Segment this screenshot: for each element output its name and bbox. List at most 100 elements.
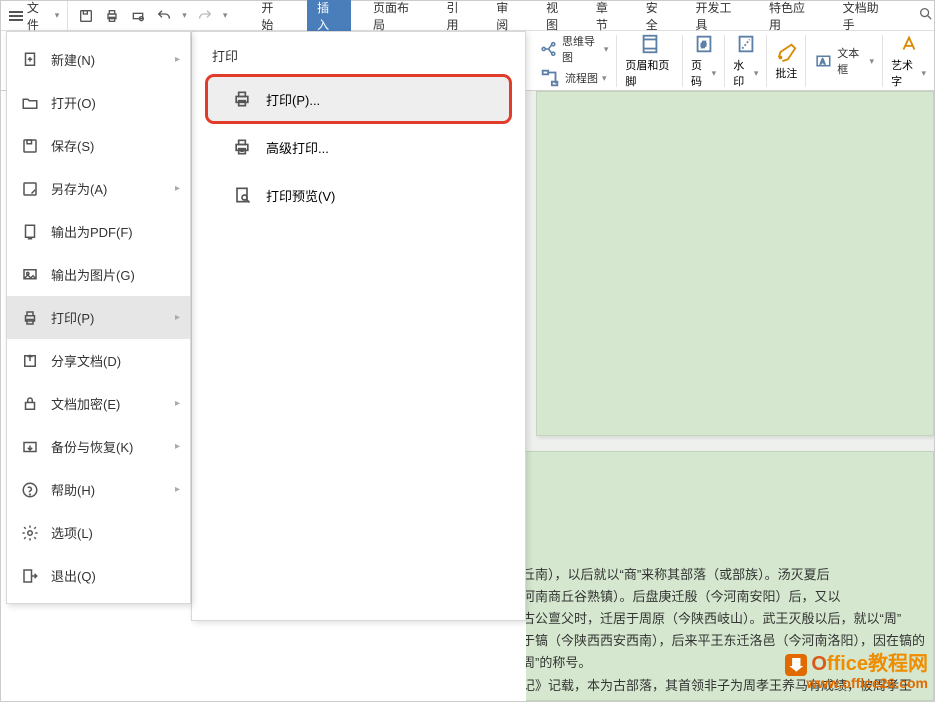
menu-exit[interactable]: 退出(Q) xyxy=(7,554,190,597)
chevron-right-icon: ▸ xyxy=(175,54,180,65)
redo-icon[interactable] xyxy=(197,8,213,24)
chevron-down-icon: ▾ xyxy=(602,73,607,84)
open-folder-icon xyxy=(21,94,39,112)
mindmap-icon xyxy=(539,38,558,60)
tab-assistant[interactable]: 文档助手 xyxy=(839,0,895,35)
file-menu-dropdown: 新建(N) ▸ 打开(O) 保存(S) 另存为(A) ▸ 输出为PDF(F) 输出为… xyxy=(6,31,191,604)
textbox-icon: A xyxy=(814,50,833,72)
header-footer-icon xyxy=(639,33,661,55)
menu-export-pdf[interactable]: 输出为PDF(F) xyxy=(7,210,190,253)
submenu-print-preview[interactable]: 打印预览(V) xyxy=(208,173,509,217)
menu-label: 保存(S) xyxy=(51,136,94,155)
flowchart-icon xyxy=(539,67,561,89)
ribbon-textbox[interactable]: A 文本框▾ xyxy=(814,45,874,77)
svg-text:A: A xyxy=(821,59,826,66)
document-canvas[interactable]: 词(6张) （今河南商丘南），以后就以“商”来称其部落（或部族）。汤灭夏后 定都… xyxy=(526,91,934,701)
qa-more-chevron-icon[interactable]: ▾ xyxy=(223,10,228,21)
chevron-down-icon: ▾ xyxy=(712,68,717,79)
menu-saveas[interactable]: 另存为(A) ▸ xyxy=(7,167,190,210)
print-icon xyxy=(232,89,252,109)
undo-icon[interactable] xyxy=(156,8,172,24)
doc-line: 周：周人到古公亶父时，迁居于周原（今陕西岐山）。武王灭殷以后，就以“周” xyxy=(526,608,923,630)
menu-label: 另存为(A) xyxy=(51,179,107,198)
submenu-advanced-print[interactable]: 高级打印... xyxy=(208,125,509,169)
submenu-label: 打印(P)... xyxy=(266,90,320,109)
chevron-right-icon: ▸ xyxy=(175,398,180,409)
menu-label: 输出为图片(G) xyxy=(51,265,135,284)
undo-chevron-icon[interactable]: ▾ xyxy=(182,10,187,21)
menu-backup[interactable]: 备份与恢复(K) ▸ xyxy=(7,425,190,468)
ribbon-annotate[interactable]: 批注 xyxy=(767,35,806,87)
print-preview-quick-icon[interactable] xyxy=(130,8,146,24)
submenu-label: 高级打印... xyxy=(266,138,329,157)
menu-options[interactable]: 选项(L) xyxy=(7,511,190,554)
menu-open[interactable]: 打开(O) xyxy=(7,81,190,124)
chevron-down-icon: ▾ xyxy=(754,68,759,79)
menu-export-image[interactable]: 输出为图片(G) xyxy=(7,253,190,296)
advanced-print-icon xyxy=(232,137,252,157)
menu-label: 新建(N) xyxy=(51,50,95,69)
chevron-down-icon: ▾ xyxy=(921,68,926,79)
watermark-icon xyxy=(735,33,757,55)
annotate-icon xyxy=(775,41,797,63)
doc-line: 定都亳（今河南商丘谷熟镇）。后盘庚迁殷（今河南安阳）后，又以 xyxy=(526,586,923,608)
ribbon-page-number[interactable]: # 页码▾ xyxy=(683,35,725,87)
watermark-url: www.office26.com xyxy=(785,676,928,691)
file-menu-label: 文件 xyxy=(27,0,51,33)
ribbon-annotate-label: 批注 xyxy=(775,65,797,81)
ribbon-flowchart[interactable]: 流程图 ▾ xyxy=(539,67,608,89)
chevron-down-icon: ▾ xyxy=(55,10,60,21)
tab-review[interactable]: 审阅 xyxy=(492,0,524,35)
menu-label: 备份与恢复(K) xyxy=(51,437,133,456)
menu-help[interactable]: 帮助(H)▸ xyxy=(7,468,190,511)
doc-line: 周前期建都于镐（今陕西西安西南），后来平王东迁洛邑（今河南洛阳），因在镐的 xyxy=(526,630,923,652)
chevron-right-icon: ▸ xyxy=(175,441,180,452)
submenu-print[interactable]: 打印(P)... xyxy=(208,77,509,121)
chevron-right-icon: ▸ xyxy=(175,183,180,194)
doc-line: （今河南商丘南），以后就以“商”来称其部落（或部族）。汤灭夏后 xyxy=(526,564,923,586)
menu-label: 打开(O) xyxy=(51,93,96,112)
menu-new[interactable]: 新建(N) ▸ xyxy=(7,38,190,81)
ribbon-page-number-label: 页码 xyxy=(691,57,710,89)
ribbon-mindmap[interactable]: 思维导图▾ xyxy=(539,33,608,65)
tab-pagelayout[interactable]: 页面布局 xyxy=(369,0,425,35)
doc-line: 词(6张) xyxy=(526,542,923,564)
watermark-brand: ffice教程网 xyxy=(827,653,928,675)
tab-view[interactable]: 视图 xyxy=(542,0,574,35)
submenu-label: 打印预览(V) xyxy=(266,186,335,205)
menu-encrypt[interactable]: 文档加密(E)▸ xyxy=(7,382,190,425)
tab-chapter[interactable]: 章节 xyxy=(592,0,624,35)
tab-special[interactable]: 特色应用 xyxy=(765,0,821,35)
wordart-icon xyxy=(898,33,920,55)
menu-label: 输出为PDF(F) xyxy=(51,222,133,241)
menu-print[interactable]: 打印(P)▸ xyxy=(7,296,190,339)
submenu-title: 打印 xyxy=(198,46,519,73)
export-image-icon xyxy=(21,266,39,284)
backup-icon xyxy=(21,438,39,456)
ribbon-flowchart-label: 流程图 xyxy=(565,70,598,86)
new-file-icon xyxy=(21,51,39,69)
save-icon[interactable] xyxy=(78,8,94,24)
ribbon-header-footer[interactable]: 页眉和页脚 xyxy=(617,35,683,87)
print-preview-icon xyxy=(232,185,252,205)
ribbon-wordart-label: 艺术字 xyxy=(891,57,919,89)
tab-start[interactable]: 开始 xyxy=(257,0,289,35)
menu-share[interactable]: 分享文档(D) xyxy=(7,339,190,382)
print-quick-icon[interactable] xyxy=(104,8,120,24)
watermark-badge-icon xyxy=(785,654,807,676)
tab-insert[interactable]: 插入 xyxy=(307,0,351,35)
watermark-logo: Office教程网 www.office26.com xyxy=(785,653,928,691)
menu-tabs: 开始 插入 页面布局 引用 审阅 视图 章节 安全 开发工具 特色应用 文档助手 xyxy=(237,1,934,30)
search-icon[interactable] xyxy=(918,6,934,25)
ribbon-mindmap-label: 思维导图 xyxy=(562,33,600,65)
ribbon-watermark[interactable]: 水印▾ xyxy=(725,35,767,87)
menu-save[interactable]: 保存(S) xyxy=(7,124,190,167)
tab-reference[interactable]: 引用 xyxy=(443,0,475,35)
file-menu-button[interactable]: 文件 ▾ xyxy=(1,1,67,30)
menu-label: 退出(Q) xyxy=(51,566,96,585)
tab-security[interactable]: 安全 xyxy=(642,0,674,35)
ribbon-wordart[interactable]: 艺术字▾ xyxy=(883,35,934,87)
tab-developer[interactable]: 开发工具 xyxy=(691,0,747,35)
page-number-icon: # xyxy=(693,33,715,55)
help-icon xyxy=(21,481,39,499)
